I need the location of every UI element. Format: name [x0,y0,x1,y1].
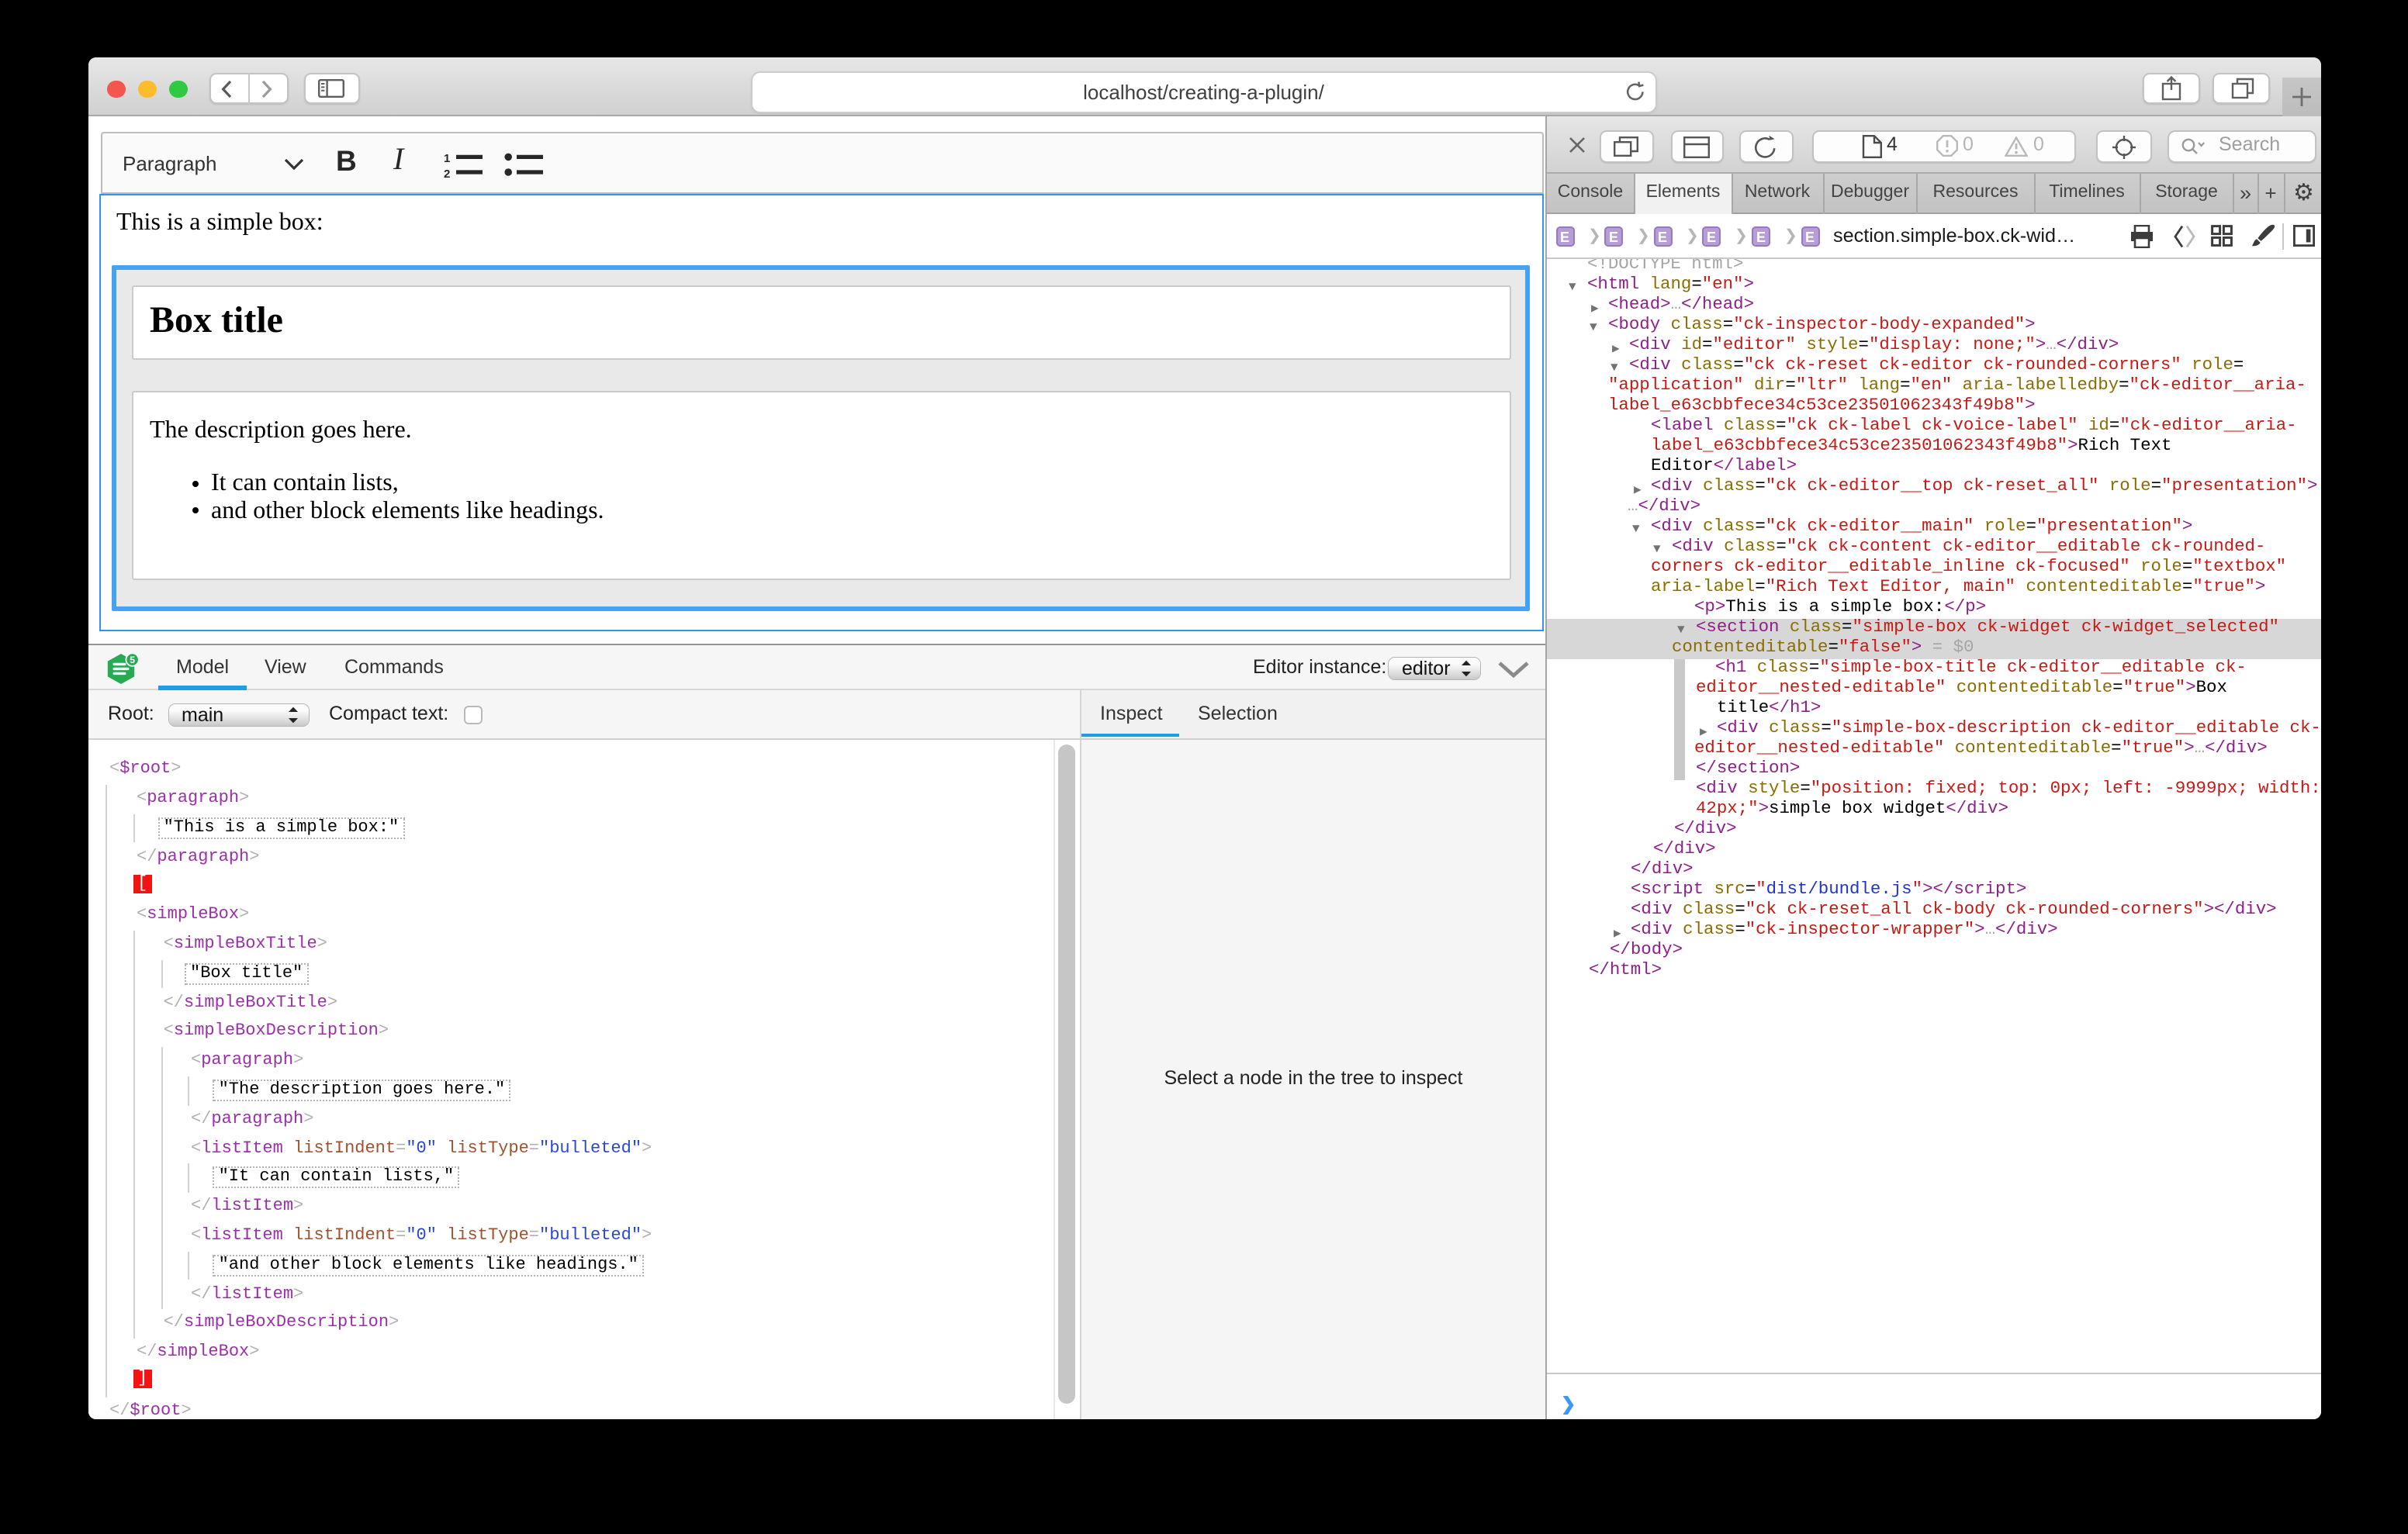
svg-text:2: 2 [443,167,449,178]
svg-text:1: 1 [443,151,449,164]
svg-text:5: 5 [129,654,134,665]
